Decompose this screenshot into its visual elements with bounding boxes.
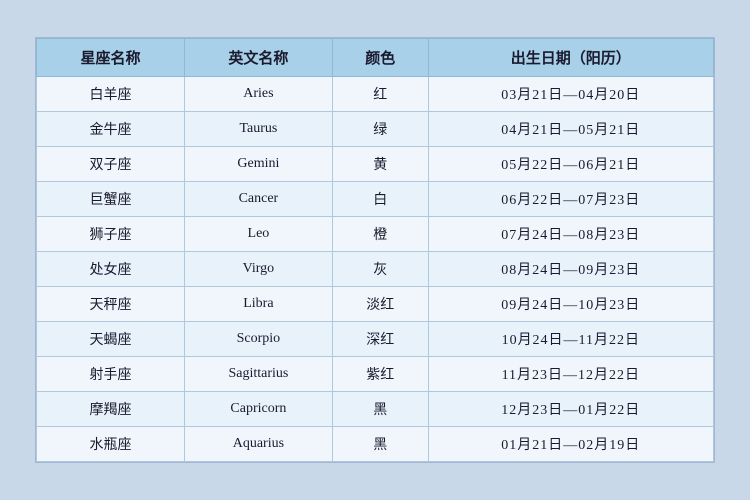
cell-dates: 12月23日—01月22日 [428,392,713,427]
cell-chinese-name: 金牛座 [37,112,185,147]
zodiac-table: 星座名称 英文名称 颜色 出生日期（阳历） 白羊座Aries红03月21日—04… [36,38,714,462]
cell-english-name: Libra [184,287,332,322]
header-chinese-name: 星座名称 [37,39,185,77]
table-row: 处女座Virgo灰08月24日—09月23日 [37,252,714,287]
cell-color: 绿 [332,112,428,147]
cell-chinese-name: 水瓶座 [37,427,185,462]
cell-dates: 10月24日—11月22日 [428,322,713,357]
table-row: 天蝎座Scorpio深红10月24日—11月22日 [37,322,714,357]
cell-color: 淡红 [332,287,428,322]
table-body: 白羊座Aries红03月21日—04月20日金牛座Taurus绿04月21日—0… [37,77,714,462]
table-row: 金牛座Taurus绿04月21日—05月21日 [37,112,714,147]
cell-color: 黄 [332,147,428,182]
cell-chinese-name: 双子座 [37,147,185,182]
cell-english-name: Aquarius [184,427,332,462]
cell-english-name: Virgo [184,252,332,287]
cell-dates: 08月24日—09月23日 [428,252,713,287]
cell-dates: 11月23日—12月22日 [428,357,713,392]
cell-dates: 03月21日—04月20日 [428,77,713,112]
cell-color: 灰 [332,252,428,287]
cell-color: 深红 [332,322,428,357]
cell-color: 橙 [332,217,428,252]
cell-chinese-name: 射手座 [37,357,185,392]
table-header-row: 星座名称 英文名称 颜色 出生日期（阳历） [37,39,714,77]
cell-chinese-name: 天蝎座 [37,322,185,357]
cell-english-name: Taurus [184,112,332,147]
cell-chinese-name: 白羊座 [37,77,185,112]
table-row: 狮子座Leo橙07月24日—08月23日 [37,217,714,252]
cell-color: 黑 [332,392,428,427]
cell-english-name: Capricorn [184,392,332,427]
cell-english-name: Cancer [184,182,332,217]
table-row: 白羊座Aries红03月21日—04月20日 [37,77,714,112]
table-row: 双子座Gemini黄05月22日—06月21日 [37,147,714,182]
cell-chinese-name: 处女座 [37,252,185,287]
table-row: 巨蟹座Cancer白06月22日—07月23日 [37,182,714,217]
cell-english-name: Gemini [184,147,332,182]
cell-color: 紫红 [332,357,428,392]
cell-dates: 01月21日—02月19日 [428,427,713,462]
zodiac-table-container: 星座名称 英文名称 颜色 出生日期（阳历） 白羊座Aries红03月21日—04… [35,37,715,463]
cell-color: 黑 [332,427,428,462]
cell-english-name: Scorpio [184,322,332,357]
cell-chinese-name: 天秤座 [37,287,185,322]
cell-english-name: Sagittarius [184,357,332,392]
cell-dates: 07月24日—08月23日 [428,217,713,252]
cell-english-name: Aries [184,77,332,112]
table-row: 天秤座Libra淡红09月24日—10月23日 [37,287,714,322]
cell-chinese-name: 狮子座 [37,217,185,252]
header-color: 颜色 [332,39,428,77]
table-row: 射手座Sagittarius紫红11月23日—12月22日 [37,357,714,392]
cell-color: 红 [332,77,428,112]
cell-chinese-name: 巨蟹座 [37,182,185,217]
header-birth-date: 出生日期（阳历） [428,39,713,77]
cell-color: 白 [332,182,428,217]
cell-dates: 05月22日—06月21日 [428,147,713,182]
cell-english-name: Leo [184,217,332,252]
cell-chinese-name: 摩羯座 [37,392,185,427]
table-row: 水瓶座Aquarius黑01月21日—02月19日 [37,427,714,462]
cell-dates: 04月21日—05月21日 [428,112,713,147]
cell-dates: 06月22日—07月23日 [428,182,713,217]
header-english-name: 英文名称 [184,39,332,77]
table-row: 摩羯座Capricorn黑12月23日—01月22日 [37,392,714,427]
cell-dates: 09月24日—10月23日 [428,287,713,322]
